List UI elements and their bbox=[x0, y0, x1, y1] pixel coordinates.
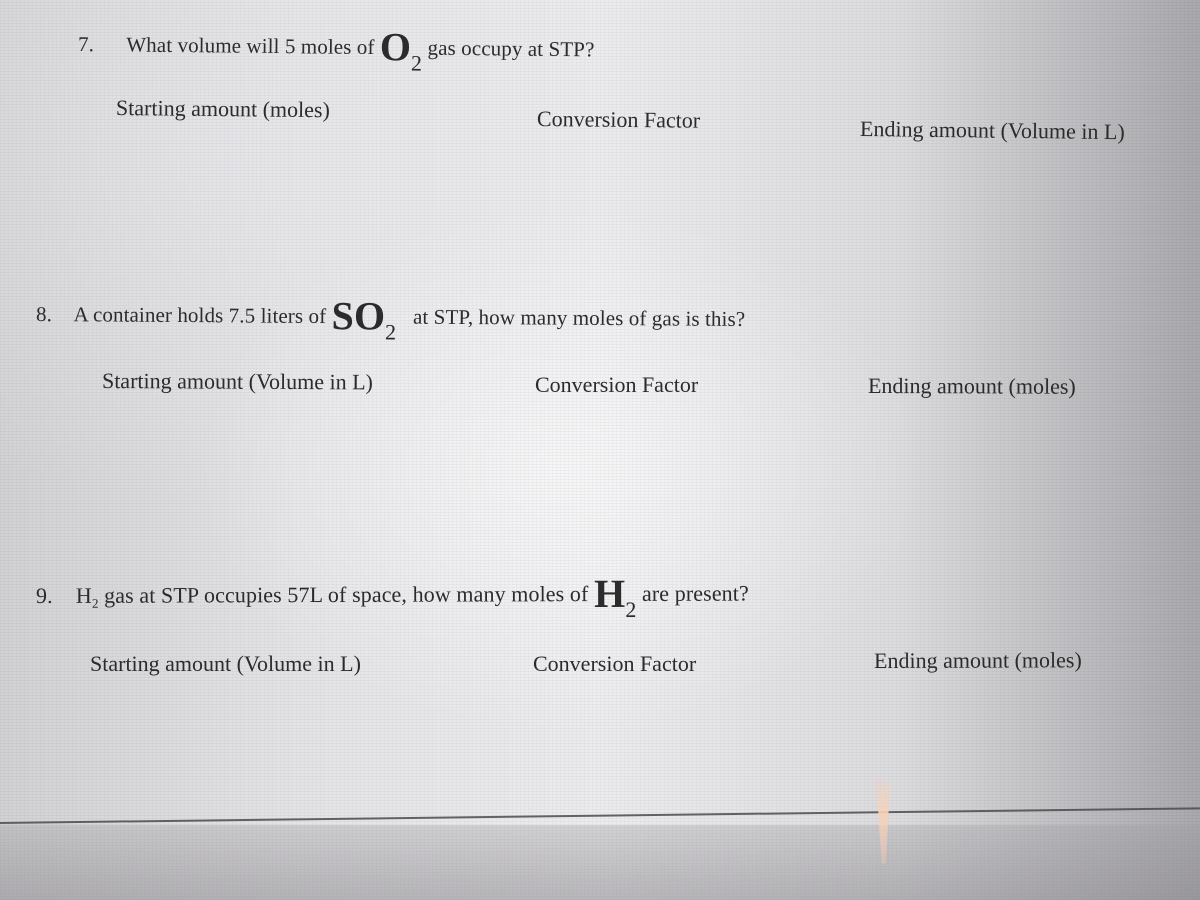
monitor-bezel-shadow bbox=[0, 825, 1200, 900]
conversion-factor-label: Conversion Factor bbox=[533, 651, 697, 676]
question-text-after: gas occupy at STP? bbox=[427, 35, 595, 62]
worksheet-photo: { "questions": [ { "number": "7.", "text… bbox=[0, 0, 1200, 900]
chemical-formula: H2 bbox=[593, 570, 637, 622]
chemical-formula: O2 bbox=[379, 24, 423, 76]
question-9: 9. H2 gas at STP occupies 57L of space, … bbox=[35, 570, 749, 623]
question-text-after: at STP, how many moles of gas is this? bbox=[412, 304, 746, 331]
question-text-after: are present? bbox=[641, 580, 749, 606]
question-number: 8. bbox=[35, 302, 53, 327]
question-7: 7. What volume will 5 moles of O2 gas oc… bbox=[78, 24, 595, 76]
ending-amount-label: Ending amount (moles) bbox=[867, 373, 1076, 399]
chemical-formula: SO2 bbox=[331, 293, 397, 345]
question-text-before: What volume will 5 moles of bbox=[126, 32, 375, 60]
monitor-edge-line bbox=[0, 807, 1200, 824]
starting-amount-label: Starting amount (moles) bbox=[115, 95, 330, 123]
question-8: 8. A container holds 7.5 liters of SO2 a… bbox=[35, 293, 746, 346]
conversion-factor-label: Conversion Factor bbox=[536, 106, 701, 133]
light-glare bbox=[876, 778, 890, 864]
question-number: 9. bbox=[35, 582, 53, 608]
conversion-factor-label: Conversion Factor bbox=[535, 372, 699, 397]
starting-amount-label: Starting amount (Volume in L) bbox=[101, 368, 373, 395]
question-number: 7. bbox=[77, 32, 95, 57]
ending-amount-label: Ending amount (Volume in L) bbox=[859, 116, 1125, 145]
inline-formula: H2 bbox=[75, 582, 99, 611]
question-text-before: A container holds 7.5 liters of bbox=[73, 302, 327, 329]
ending-amount-label: Ending amount (moles) bbox=[873, 647, 1082, 673]
question-text-before: gas at STP occupies 57L of space, how ma… bbox=[104, 581, 589, 608]
starting-amount-label: Starting amount (Volume in L) bbox=[90, 651, 361, 676]
